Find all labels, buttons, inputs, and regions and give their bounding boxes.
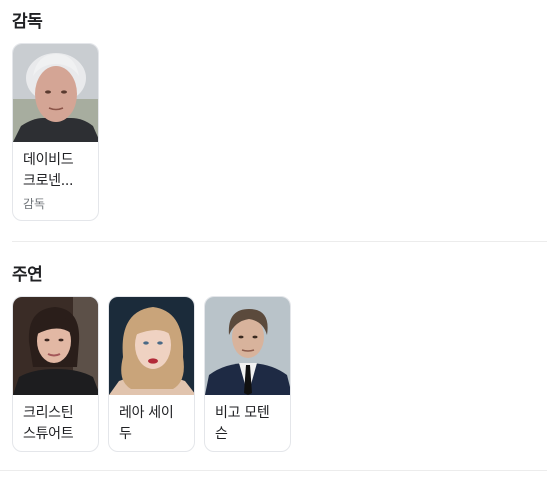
- cast-name-lea-seydoux: 레아 세이 두: [109, 395, 194, 445]
- cast-name-line1: 레아 세이: [119, 405, 174, 421]
- cast-name-line1: 비고 모텐: [215, 405, 270, 421]
- director-card-david-cronenberg[interactable]: 데이비드 크로넨... 감독: [12, 43, 99, 221]
- cast-name-line2: 슨: [215, 426, 228, 442]
- director-name: 데이비드 크로넨...: [13, 142, 98, 192]
- cast-name-line1: 크리스틴: [23, 405, 74, 421]
- director-name-line1: 데이비드: [23, 152, 74, 168]
- cast-photo-kristen-stewart: [13, 297, 98, 395]
- director-role: 감독: [23, 197, 46, 211]
- cast-name-line2: 두: [119, 426, 132, 442]
- section-divider: [12, 241, 547, 242]
- cast-photo-viggo-mortensen: [205, 297, 290, 395]
- cast-section-title: 주연: [12, 265, 43, 285]
- cast-card-viggo-mortensen[interactable]: 비고 모텐 슨: [204, 296, 291, 452]
- cast-name-kristen-stewart: 크리스틴 스튜어트: [13, 395, 98, 445]
- cast-name-line2: 스튜어트: [23, 426, 74, 442]
- cast-name-viggo-mortensen: 비고 모텐 슨: [205, 395, 290, 445]
- cast-card-lea-seydoux[interactable]: 레아 세이 두: [108, 296, 195, 452]
- director-section-title: 감독: [12, 12, 43, 32]
- director-name-line2: 크로넨...: [23, 173, 74, 189]
- cast-photo-lea-seydoux: [109, 297, 194, 395]
- bottom-divider: [0, 470, 547, 471]
- director-photo: [13, 44, 98, 142]
- people-panel: 감독 데이비드 크로넨... 감독 주연 크리스틴 스튜어트 레아 세이 두 비…: [0, 0, 547, 483]
- cast-card-kristen-stewart[interactable]: 크리스틴 스튜어트: [12, 296, 99, 452]
